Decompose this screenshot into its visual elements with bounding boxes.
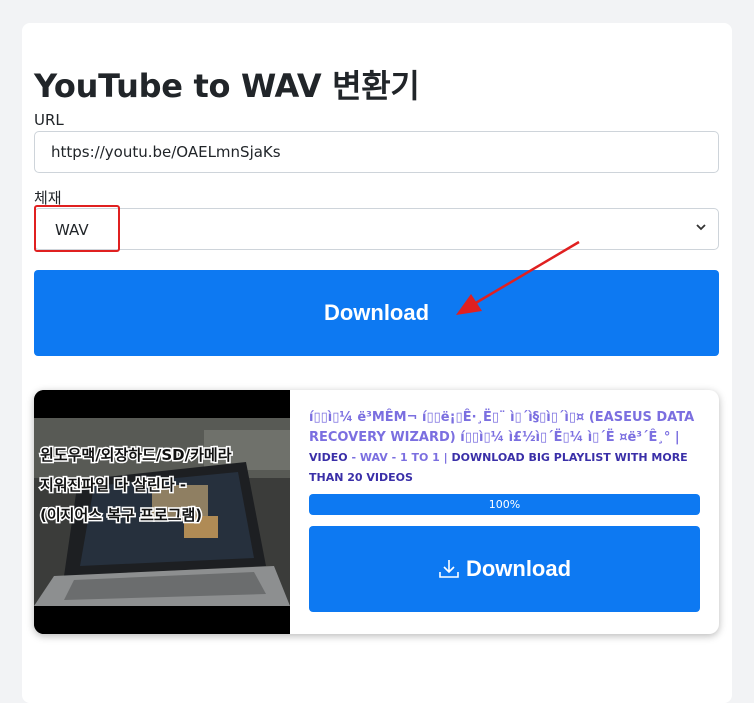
converter-card: YouTube to WAV 변환기 URL 체재 WAV Download 윈… [22,23,732,703]
video-thumbnail[interactable]: 윈도우맥/외장하드/SD/카메라 지워진파일 다 살린다 - (이지어스 복구 … [34,390,290,634]
download-icon [439,560,459,578]
result-card: 윈도우맥/외장하드/SD/카메라 지워진파일 다 살린다 - (이지어스 복구 … [34,390,719,634]
video-info: í▯▯ì▯¼ ë³MÊM¬ í▯▯ë¡▯Ê·¸Ë▯¨ ì▯´ì§▯ì▯´ì▯¤ … [309,408,704,612]
url-input[interactable] [34,131,719,173]
meta-type: VIDEO [309,451,348,464]
video-title[interactable]: í▯▯ì▯¼ ë³MÊM¬ í▯▯ë¡▯Ê·¸Ë▯¨ ì▯´ì§▯ì▯´ì▯¤ … [309,408,704,448]
result-download-label: Download [465,556,572,581]
download-button[interactable]: Download [34,270,719,356]
svg-text:지워진파일 다 살린다 -: 지워진파일 다 살린다 - [40,476,186,494]
result-download-button[interactable]: Download [309,526,700,612]
chevron-down-icon [696,224,706,231]
svg-text:(이지어스 복구 프로그램): (이지어스 복구 프로그램) [40,506,202,524]
annotation-arrow-icon [456,240,580,315]
progress-bar: 100% [309,494,700,515]
highlight-box [34,205,120,252]
page-title: YouTube to WAV 변환기 [34,67,420,105]
video-meta: VIDEO - WAV - 1 TO 1 | DOWNLOAD BIG PLAY… [309,448,704,488]
format-select[interactable]: WAV [34,208,719,250]
svg-text:윈도우맥/외장하드/SD/카메라: 윈도우맥/외장하드/SD/카메라 [40,446,232,464]
url-label: URL [34,111,64,129]
meta-format: - WAV - 1 TO 1 | [347,451,452,464]
